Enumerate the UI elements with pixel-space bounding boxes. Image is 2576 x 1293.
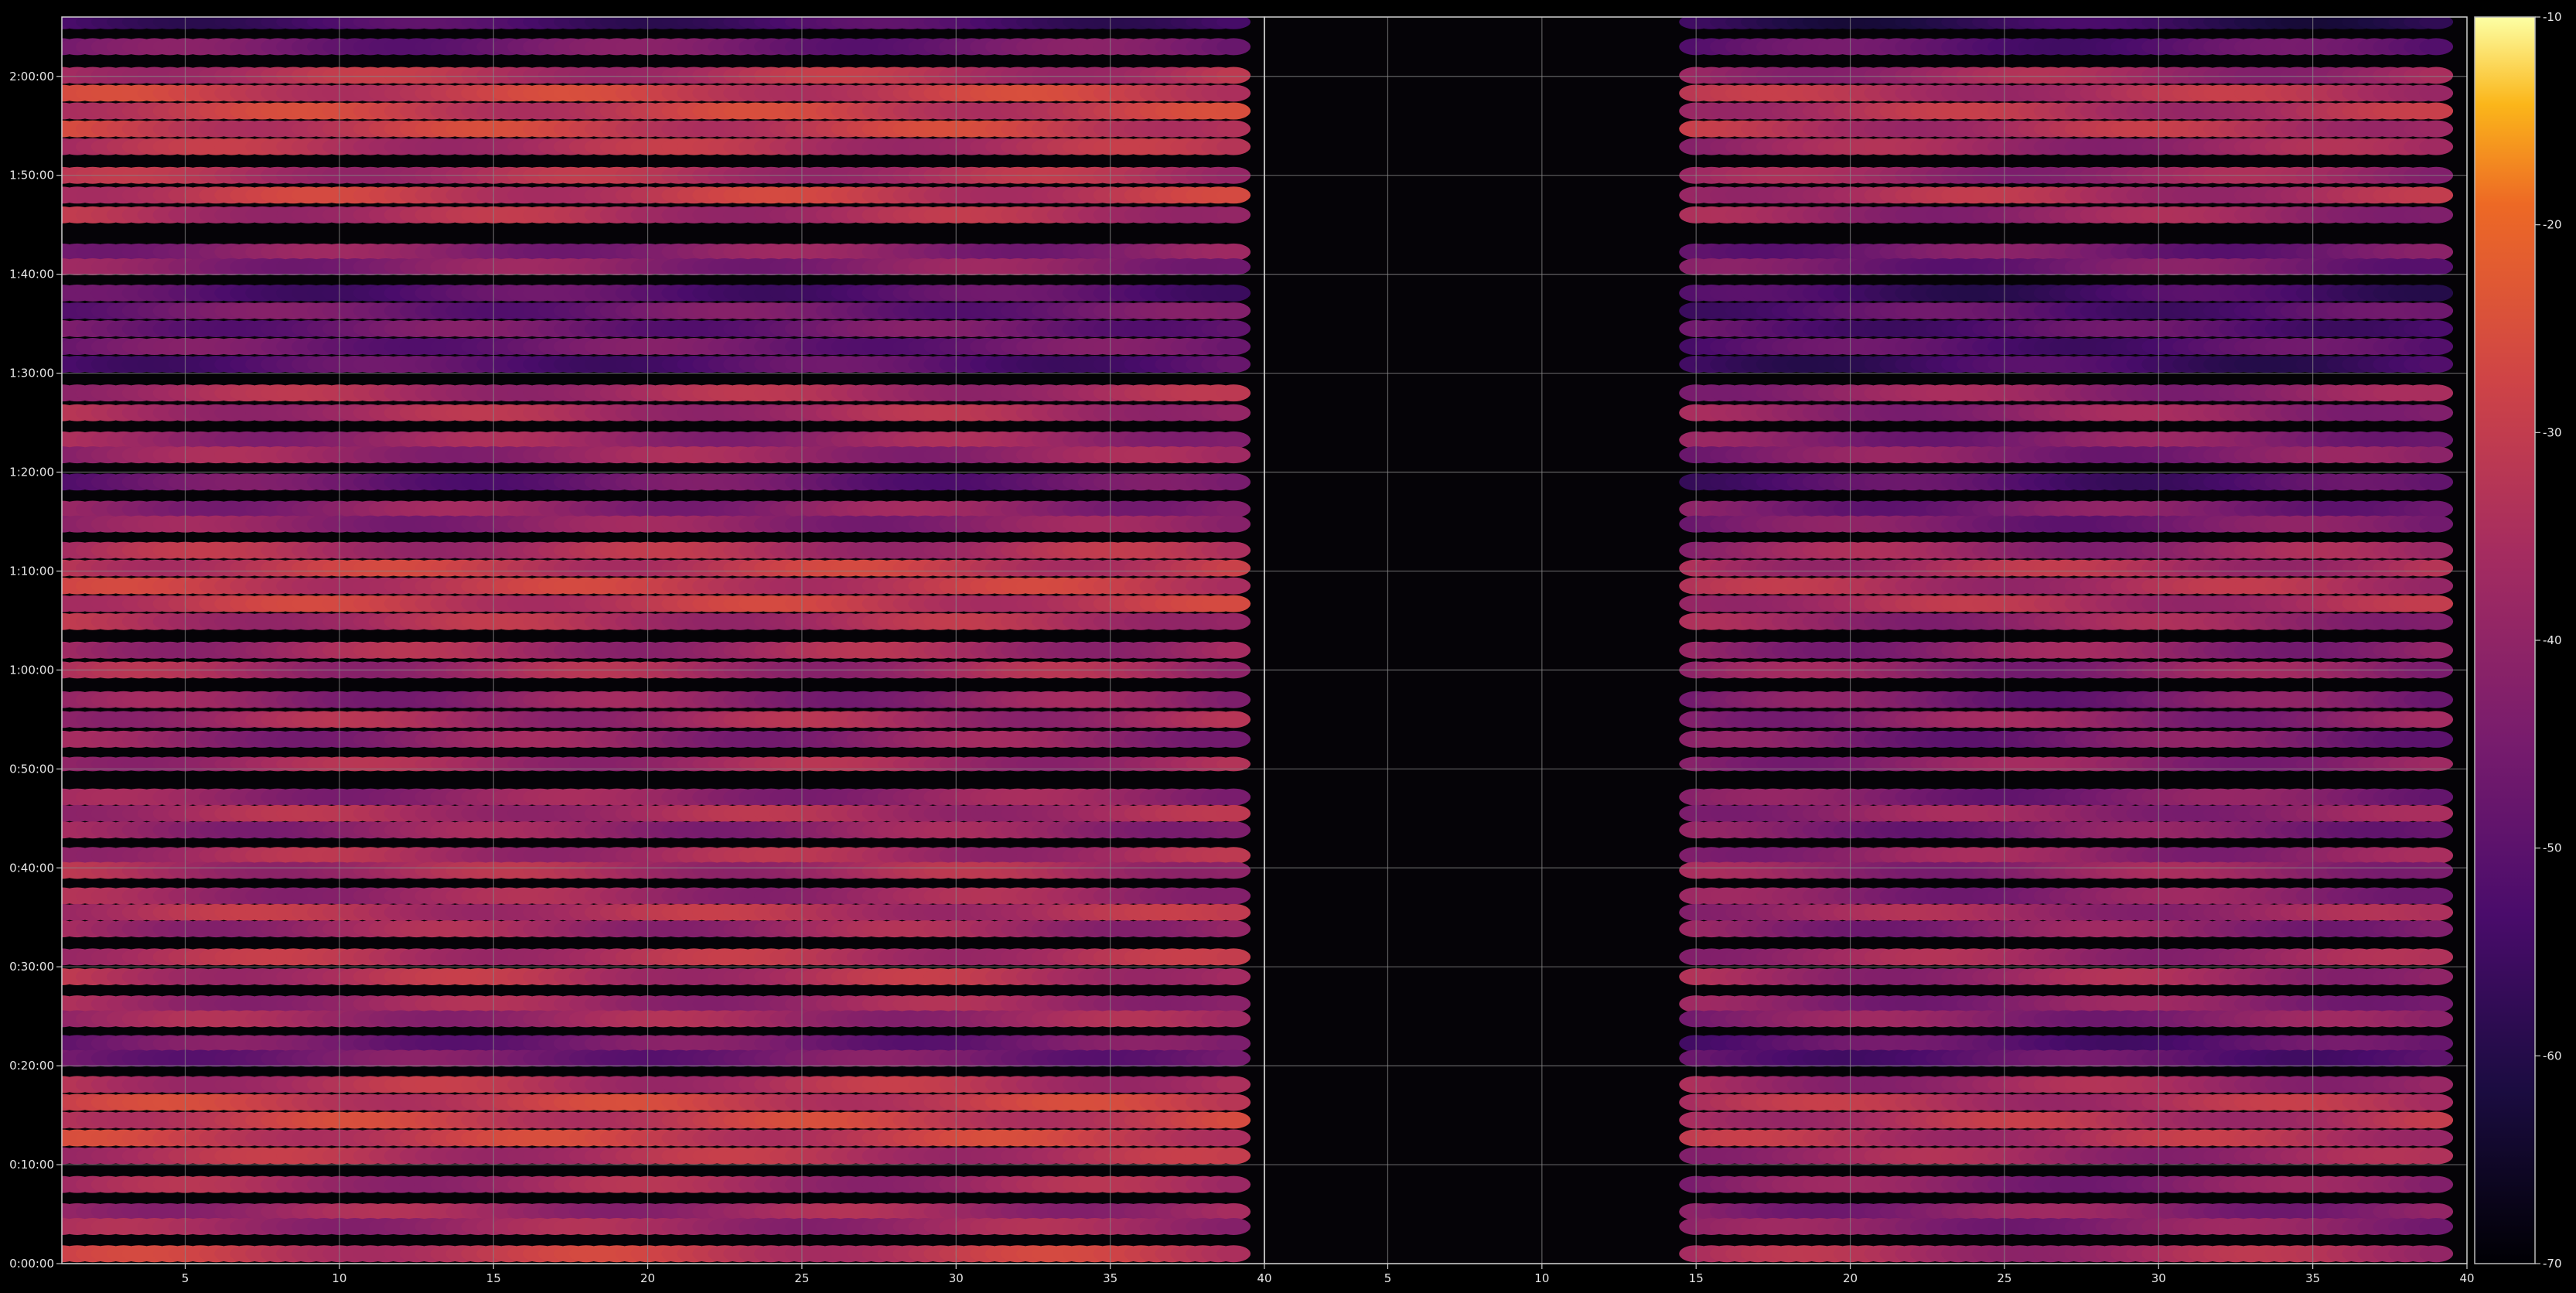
heatmap-cell bbox=[1216, 948, 1251, 966]
heatmap-cell bbox=[1216, 258, 1251, 276]
heatmap-cell bbox=[1216, 120, 1251, 138]
heatmap-cell bbox=[1216, 1129, 1251, 1147]
heatmap-cell bbox=[1216, 995, 1251, 1013]
heatmap-cell bbox=[1216, 1218, 1251, 1236]
heatmap-cell bbox=[1216, 38, 1251, 56]
heatmap-cell bbox=[2419, 1203, 2454, 1220]
heatmap-cell bbox=[1216, 1245, 1251, 1263]
heatmap-cell bbox=[2419, 1093, 2454, 1111]
heatmap-cell bbox=[1216, 577, 1251, 595]
heatmap-cell bbox=[1216, 206, 1251, 223]
heatmap-cell bbox=[1216, 186, 1251, 204]
heatmap-cell bbox=[1216, 356, 1251, 374]
heatmap-cell bbox=[1216, 320, 1251, 337]
heatmap-cell bbox=[1216, 102, 1251, 120]
heatmap-cell bbox=[1216, 595, 1251, 612]
heatmap-cell bbox=[2419, 1129, 2454, 1147]
heatmap-cell bbox=[2419, 1147, 2454, 1165]
heatmap-cell bbox=[1216, 711, 1251, 728]
heatmap-cell bbox=[1216, 804, 1251, 822]
heatmap-cell bbox=[2419, 1076, 2454, 1093]
heatmap-cell bbox=[1216, 730, 1251, 748]
heatmap-cell bbox=[1216, 1035, 1251, 1052]
heatmap-cell bbox=[1216, 384, 1251, 402]
heatmap-cell bbox=[1216, 284, 1251, 302]
heatmap-cell bbox=[1216, 138, 1251, 155]
heatmap-cell bbox=[2419, 1035, 2454, 1052]
heatmap-cell bbox=[1216, 473, 1251, 491]
heatmap-cell bbox=[1216, 67, 1251, 84]
heatmap-cell bbox=[1216, 821, 1251, 839]
heatmap-cell bbox=[1216, 1147, 1251, 1165]
heatmap-cell bbox=[1216, 1049, 1251, 1067]
heatmap-cell bbox=[1216, 500, 1251, 518]
heatmap-cell bbox=[1216, 967, 1251, 985]
heatmap-cell bbox=[1216, 920, 1251, 938]
heatmap-cell bbox=[1216, 243, 1251, 261]
spectrogram-chart: 5 10 15 20 25 30 35 400:00:000:10:000:20:000:30… bbox=[9, 10, 2561, 1285]
heatmap-cell bbox=[1216, 691, 1251, 708]
heatmap-cell bbox=[2419, 1245, 2454, 1263]
heatmap-cell bbox=[1216, 1203, 1251, 1220]
heatmap-cell bbox=[1216, 903, 1251, 921]
heatmap-cell bbox=[1216, 641, 1251, 659]
heatmap-cell bbox=[1216, 1175, 1251, 1193]
heatmap-cell bbox=[1216, 1076, 1251, 1093]
heatmap-cell bbox=[1216, 84, 1251, 102]
heatmap-cell bbox=[1216, 847, 1251, 865]
heatmap-cell bbox=[1216, 541, 1251, 559]
heatmap-cell bbox=[1216, 1010, 1251, 1028]
heatmap-cell bbox=[1216, 1093, 1251, 1111]
heatmap-cell bbox=[1216, 404, 1251, 421]
heatmap-cell bbox=[1216, 431, 1251, 449]
heatmap-cell bbox=[1216, 446, 1251, 464]
heatmap-cell bbox=[2419, 1111, 2454, 1129]
heatmap-cell bbox=[2419, 1175, 2454, 1193]
heatmap-cell bbox=[1216, 515, 1251, 533]
heatmap-cell bbox=[1216, 559, 1251, 577]
heatmap-cell bbox=[1216, 861, 1251, 879]
heatmap-cell bbox=[1216, 887, 1251, 905]
heatmap-cell bbox=[2419, 1218, 2454, 1236]
heatmap-cell bbox=[1216, 1111, 1251, 1129]
heatmap-cell bbox=[1216, 612, 1251, 630]
heatmap-cell bbox=[1216, 302, 1251, 319]
heatmap-cell bbox=[1216, 788, 1251, 806]
heatmap-cell bbox=[1216, 338, 1251, 356]
